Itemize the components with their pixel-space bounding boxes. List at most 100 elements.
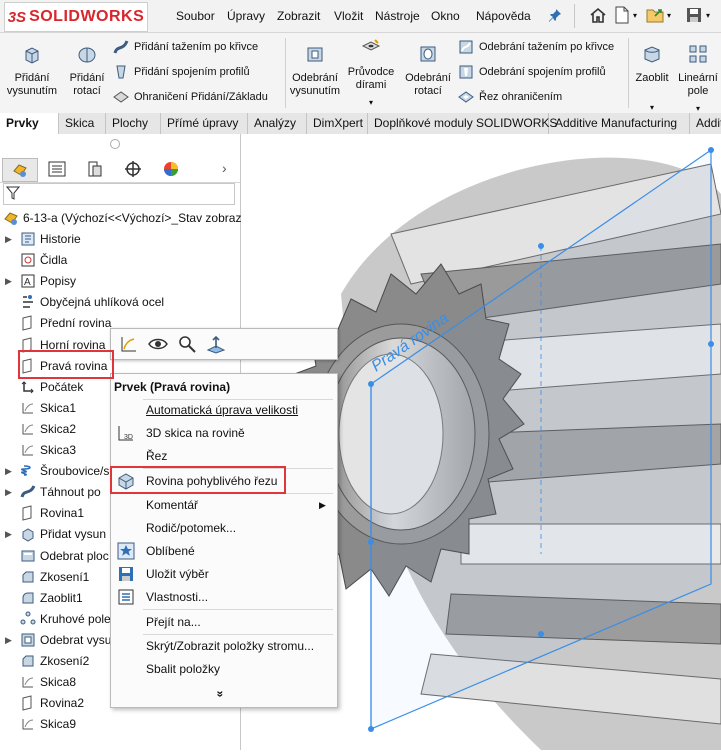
displaymanager-tab-icon[interactable] <box>154 158 188 180</box>
menu-item-prejit-na[interactable]: Přejít na... <box>111 611 337 633</box>
tree-item[interactable]: ▶ Šroubovice/s <box>0 461 109 481</box>
save-dropdown-icon[interactable]: ▾ <box>706 11 710 20</box>
tree-filter-field[interactable] <box>3 183 235 205</box>
menu-item-vlastnosti[interactable]: Vlastnosti... <box>111 586 337 608</box>
expand-arrow-icon[interactable]: ▶ <box>5 466 15 477</box>
configurationmanager-tab-icon[interactable] <box>78 158 112 180</box>
solidworks-logo[interactable]: 3S SOLIDWORKS <box>4 2 148 32</box>
tree-item[interactable]: Zkosení1 <box>0 567 89 587</box>
hole-wizard-dropdown-icon[interactable]: ▾ <box>345 96 397 109</box>
pin-icon[interactable] <box>545 5 565 25</box>
expand-arrow-icon[interactable]: ▶ <box>5 487 15 498</box>
menu-upravy[interactable]: Úpravy <box>227 9 265 23</box>
hole-wizard-button[interactable]: Průvodce dírami ▾ <box>345 37 397 109</box>
menu-item-oblibene[interactable]: Oblíbené <box>111 540 337 562</box>
lofted-cut-button[interactable]: Odebrání spojením profilů <box>458 64 606 80</box>
fillet-button[interactable]: Zaoblit ▾ <box>632 43 672 114</box>
tree-item[interactable]: Odebrat ploc <box>0 546 109 566</box>
menu-item-skryt-zobrazit[interactable]: Skrýt/Zobrazit položky stromu... <box>111 635 337 657</box>
context-menu: Prvek (Pravá rovina) Automatická úprava … <box>110 373 338 708</box>
linear-pattern-button[interactable]: Lineární pole ▾ <box>676 43 720 115</box>
tree-item[interactable]: ▶ Táhnout po <box>0 482 101 502</box>
extrude-cut-icon <box>307 47 323 62</box>
tree-item[interactable]: Zaoblit1 <box>0 588 83 608</box>
sketch-on-plane-icon[interactable] <box>119 334 139 354</box>
menu-item-label: Rodič/potomek... <box>146 521 237 535</box>
tree-item[interactable]: Skica9 <box>0 714 76 734</box>
tree-root-part[interactable]: 6-13-a (Výchozí<<Výchozí>_Stav zobraze <box>0 208 248 228</box>
tree-item[interactable]: Zkosení2 <box>0 651 89 671</box>
menu-item-label: 3D skica na rovině <box>146 426 245 440</box>
propertymanager-tab-icon[interactable] <box>40 158 74 180</box>
lofted-boss-button[interactable]: Přidání spojením profilů <box>113 64 250 80</box>
boundary-boss-button[interactable]: Ohraničení Přidání/Základu <box>113 89 268 105</box>
tree-item[interactable]: Skica8 <box>0 672 76 692</box>
tree-item[interactable]: Čidla <box>0 250 67 270</box>
menu-item-ulozit-vyber[interactable]: Uložit výběr <box>111 563 337 585</box>
expand-arrow-icon[interactable]: ▶ <box>5 234 15 245</box>
open-dropdown-icon[interactable]: ▾ <box>667 11 671 20</box>
menu-item-rodic-potomek[interactable]: Rodič/potomek... <box>111 517 337 539</box>
tree-item[interactable]: Rovina2 <box>0 693 84 713</box>
expand-arrow-icon[interactable]: ▶ <box>5 276 15 287</box>
tab-doplnkove-moduly[interactable]: Doplňkové moduly SOLIDWORKS <box>368 113 557 134</box>
tab-prvky[interactable]: Prvky <box>0 113 59 134</box>
tree-item[interactable]: Skica1 <box>0 398 76 418</box>
tab-additive-cut[interactable]: Additiv <box>690 113 721 134</box>
expand-arrow-icon[interactable]: ▶ <box>5 529 15 540</box>
open-folder-icon[interactable] <box>646 5 666 25</box>
panel-more-tabs-icon[interactable]: › <box>222 160 227 176</box>
menu-item-label: Přejít na... <box>146 615 201 629</box>
tree-item[interactable]: ▶ A Popisy <box>0 271 76 291</box>
boundary-cut-button[interactable]: Řez ohraničením <box>458 89 562 105</box>
menu-expand-button[interactable]: » <box>111 683 337 705</box>
swept-boss-button[interactable]: Přidání tažením po křivce <box>113 39 258 55</box>
tab-skica[interactable]: Skica <box>59 113 106 134</box>
revolve-cut-button[interactable]: Odebrání rotací <box>402 43 454 98</box>
tree-item[interactable]: Kruhové pole <box>0 609 111 629</box>
tree-item[interactable]: Přední rovina <box>0 313 111 333</box>
menu-okno[interactable]: Okno <box>431 9 460 23</box>
tab-dimxpert[interactable]: DimXpert <box>307 113 368 134</box>
extrude-boss-button[interactable]: Přidání vysunutím <box>6 43 58 98</box>
menu-napoveda[interactable]: Nápověda <box>476 9 531 23</box>
menu-item-komentar[interactable]: Komentář ▶ <box>111 494 337 516</box>
featuremanager-tab-icon[interactable] <box>2 158 38 182</box>
dimxpertmanager-tab-icon[interactable] <box>116 158 150 180</box>
swept-cut-button[interactable]: Odebrání tažením po křivce <box>458 39 614 55</box>
menu-item-rez[interactable]: Řez <box>111 445 337 467</box>
tab-analyzy[interactable]: Analýzy <box>248 113 307 134</box>
panel-grip-icon[interactable] <box>110 139 120 149</box>
tree-item[interactable]: Rovina1 <box>0 503 84 523</box>
new-dropdown-icon[interactable]: ▾ <box>633 11 637 20</box>
menu-item-3d-sketch[interactable]: 3D 3D skica na rovině <box>111 422 337 444</box>
tree-item[interactable]: Počátek <box>0 377 83 397</box>
expand-chevron-icon: » <box>213 690 228 698</box>
menu-item-auto-resize[interactable]: Automatická úprava velikosti <box>111 399 337 421</box>
tab-plochy[interactable]: Plochy <box>106 113 161 134</box>
menu-item-sbalit[interactable]: Sbalit položky <box>111 658 337 680</box>
linear-pattern-icon <box>689 45 707 63</box>
tree-item[interactable]: Skica2 <box>0 419 76 439</box>
save-icon[interactable] <box>684 5 704 25</box>
visibility-eye-icon[interactable] <box>148 335 168 353</box>
menu-soubor[interactable]: Soubor <box>176 9 215 23</box>
menu-vlozit[interactable]: Vložit <box>334 9 363 23</box>
menu-nastroje[interactable]: Nástroje <box>375 9 420 23</box>
tree-item[interactable]: ▶ Odebrat vysu <box>0 630 111 650</box>
tree-item[interactable]: Obyčejná uhlíková ocel <box>0 292 164 312</box>
tab-additive-manufacturing[interactable]: Additive Manufacturing <box>549 113 690 134</box>
tree-item-label: Popisy <box>40 274 77 288</box>
zoom-to-selection-icon[interactable] <box>177 334 197 354</box>
tree-item[interactable]: ▶ Historie <box>0 229 81 249</box>
tree-item[interactable]: ▶ Přidat vysun <box>0 524 106 544</box>
expand-arrow-icon[interactable]: ▶ <box>5 635 15 646</box>
menu-zobrazit[interactable]: Zobrazit <box>277 9 320 23</box>
home-icon[interactable] <box>588 5 608 25</box>
extrude-cut-button[interactable]: Odebrání vysunutím <box>289 43 341 98</box>
new-document-icon[interactable] <box>612 5 632 25</box>
tab-prime-upravy[interactable]: Přímé úpravy <box>161 113 248 134</box>
revolve-boss-button[interactable]: Přidání rotací <box>64 43 110 98</box>
normal-to-icon[interactable] <box>206 334 226 354</box>
tree-item[interactable]: Skica3 <box>0 440 76 460</box>
